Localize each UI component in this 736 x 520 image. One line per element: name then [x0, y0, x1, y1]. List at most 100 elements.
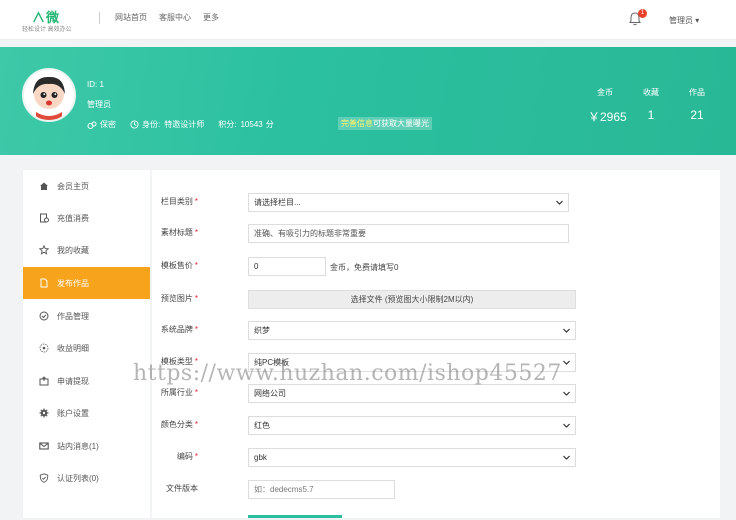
identity-label: 身份:	[142, 120, 161, 129]
sidebar-item-label: 充值消费	[57, 213, 89, 223]
form-row-version: 文件版本 如：dedecms5.7	[152, 478, 720, 502]
sidebar-item-favorites[interactable]: 我的收藏	[23, 234, 150, 266]
points-unit: 分	[265, 120, 274, 129]
sidebar-item-certification[interactable]: 认证列表(0)	[23, 462, 150, 494]
price-label: 模板售价 *	[160, 261, 198, 270]
gender-value: 保密	[100, 120, 116, 129]
preview-file-button[interactable]: 选择文件 (预览图大小限制2M以内)	[248, 290, 576, 309]
sidebar-item-settings[interactable]: 账户设置	[23, 397, 150, 429]
avatar[interactable]	[22, 68, 76, 122]
withdraw-icon	[39, 376, 49, 386]
category-select-value: 请选择栏目...	[254, 198, 301, 207]
stat-label: 金币	[597, 88, 613, 97]
chevron-down-icon	[563, 391, 570, 396]
form-row-category: 栏目类别 * 请选择栏目...	[152, 191, 720, 215]
user-id: ID: 1	[87, 80, 104, 89]
sidebar-item-home[interactable]: 会员主页	[23, 170, 150, 202]
industry-label: 所属行业 *	[160, 388, 198, 397]
chevron-down-icon	[563, 423, 570, 428]
top-nav: 网站首页 客服中心 更多	[115, 12, 219, 23]
version-input[interactable]: 如：dedecms5.7	[248, 480, 395, 499]
encoding-select[interactable]: gbk	[248, 448, 576, 467]
user-stats: 保密 身份: 特邀设计师 积分: 10543 分	[87, 119, 274, 130]
sidebar-item-label: 站内消息(1)	[57, 441, 99, 451]
form-row-preview: 预览图片 * 选择文件 (预览图大小限制2M以内)	[152, 288, 720, 312]
title-label: 素材标题 *	[160, 228, 198, 237]
chevron-down-icon	[556, 200, 563, 205]
identity-value: 特邀设计师	[164, 120, 205, 129]
form-row-type: 模板类型 * 纯PC模板	[152, 351, 720, 375]
user-menu[interactable]: 管理员 ▾	[669, 15, 699, 26]
profile-banner: ID: 1 管理员 保密 身份: 特邀设计师 积分: 10543 分 完善信息可…	[0, 47, 736, 155]
sidebar-item-label: 我的收藏	[57, 245, 89, 255]
submit-button[interactable]	[248, 515, 342, 518]
publish-icon	[40, 278, 48, 288]
nav-more-link[interactable]: 更多	[203, 12, 219, 23]
sidebar-item-label: 申请提现	[57, 376, 89, 386]
form-row-industry: 所属行业 * 网络公司	[152, 382, 720, 406]
nav-service-link[interactable]: 客服中心	[159, 12, 191, 23]
stat-value: ￥2965	[588, 110, 627, 124]
stat-coins: 金币 ￥2965	[588, 87, 627, 125]
price-hint: 金币，免费请填写0	[330, 263, 399, 272]
sidebar-item-withdraw[interactable]: 申请提现	[23, 365, 150, 397]
stat-label: 收藏	[643, 88, 659, 97]
version-label: 文件版本	[166, 484, 198, 493]
clock-icon	[130, 120, 139, 129]
chevron-down-icon	[563, 328, 570, 333]
category-label: 栏目类别 *	[160, 197, 198, 206]
sidebar-item-publish[interactable]: 发布作品	[23, 267, 150, 299]
stat-label: 作品	[689, 88, 705, 97]
price-input-value: 0	[254, 262, 259, 271]
brand-select[interactable]: 织梦	[248, 321, 576, 340]
nav-home-link[interactable]: 网站首页	[115, 12, 147, 23]
home-icon	[40, 182, 48, 190]
complete-info-link[interactable]: 完善信息可获取大量曝光	[338, 117, 432, 130]
gender-icon	[87, 121, 97, 129]
site-logo[interactable]: ∧微 轻松设计 高效办公	[22, 7, 92, 33]
type-select-value: 纯PC模板	[254, 358, 290, 367]
sidebar-item-income[interactable]: 收益明细	[23, 332, 150, 364]
preview-label: 预览图片 *	[160, 294, 198, 303]
industry-select-value: 网络公司	[254, 389, 286, 398]
color-select[interactable]: 红色	[248, 416, 576, 435]
brand-select-value: 织梦	[254, 326, 270, 335]
recharge-icon	[40, 213, 49, 223]
shield-icon	[39, 473, 49, 483]
price-input[interactable]: 0	[248, 257, 326, 276]
form-row-color: 颜色分类 * 红色	[152, 414, 720, 438]
brand-label: 系统品牌 *	[160, 325, 198, 334]
income-icon	[39, 343, 49, 353]
stat-value: 1	[647, 108, 655, 122]
sidebar-item-recharge[interactable]: 充值消费	[23, 202, 150, 234]
points-value: 10543	[240, 120, 263, 129]
sidebar-item-label: 收益明细	[57, 343, 89, 353]
sidebar-item-manage[interactable]: 作品管理	[23, 300, 150, 332]
sidebar: 会员主页 充值消费 我的收藏 发布作品 作品管理 收益明细 申请提现 账户设置 …	[23, 170, 150, 518]
version-input-placeholder: 如：dedecms5.7	[254, 485, 314, 494]
form-row-title: 素材标题 * 准确、有吸引力的标题非常重要	[152, 222, 720, 246]
title-input-placeholder: 准确、有吸引力的标题非常重要	[254, 229, 366, 238]
sidebar-item-label: 账户设置	[57, 408, 89, 418]
chevron-down-icon	[563, 455, 570, 460]
form-row-encoding: 编码 * gbk	[152, 446, 720, 470]
sidebar-item-label: 作品管理	[57, 311, 89, 321]
color-select-value: 红色	[254, 421, 270, 430]
category-select[interactable]: 请选择栏目...	[248, 193, 569, 212]
sidebar-item-label: 会员主页	[57, 181, 89, 191]
sidebar-item-label: 认证列表(0)	[57, 473, 99, 483]
chevron-down-icon	[563, 360, 570, 365]
stat-value: 21	[690, 108, 704, 122]
encoding-label: 编码 *	[176, 452, 198, 461]
notification-bell-icon[interactable]: 1	[629, 9, 647, 28]
promo-text: 可获取大量曝光	[373, 119, 429, 128]
user-menu-label: 管理员	[669, 16, 693, 25]
type-select[interactable]: 纯PC模板	[248, 353, 576, 372]
industry-select[interactable]: 网络公司	[248, 384, 576, 403]
form-row-brand: 系统品牌 * 织梦	[152, 319, 720, 343]
user-role: 管理员	[87, 100, 111, 109]
sidebar-item-messages[interactable]: 站内消息(1)	[23, 430, 150, 462]
caret-down-icon: ▾	[695, 16, 700, 25]
encoding-select-value: gbk	[254, 453, 267, 462]
title-input[interactable]: 准确、有吸引力的标题非常重要	[248, 224, 569, 243]
